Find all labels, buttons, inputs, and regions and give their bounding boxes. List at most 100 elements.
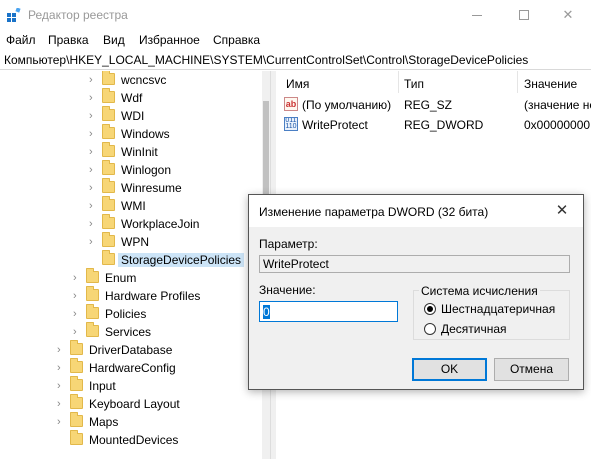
- tree-item-driverdatabase[interactable]: › DriverDatabase: [0, 340, 269, 359]
- tree-item-wininit[interactable]: › WinInit: [0, 142, 269, 161]
- chevron-right-icon[interactable]: ›: [89, 218, 93, 230]
- tree-item-label: Input: [89, 379, 116, 393]
- column-header-type[interactable]: Тип: [404, 77, 424, 91]
- chevron-right-icon[interactable]: ›: [57, 416, 61, 428]
- radio-hex[interactable]: [424, 303, 436, 315]
- chevron-right-icon[interactable]: ›: [89, 74, 93, 86]
- chevron-right-icon[interactable]: ›: [89, 236, 93, 248]
- chevron-right-icon[interactable]: ›: [73, 272, 77, 284]
- menu-bar: Файл Правка Вид Избранное Справка: [0, 30, 591, 50]
- maximize-button[interactable]: [501, 0, 547, 30]
- ok-button[interactable]: OK: [412, 358, 487, 381]
- value-input[interactable]: 0: [259, 301, 398, 322]
- tree-item-storagedevicepolicies[interactable]: StorageDevicePolicies: [0, 250, 269, 269]
- folder-icon: [70, 358, 83, 373]
- tree-item-label: Services: [105, 325, 152, 339]
- param-label: Параметр:: [259, 237, 318, 251]
- chevron-right-icon[interactable]: ›: [57, 380, 61, 392]
- radio-hex-label[interactable]: Шестнадцатеричная: [441, 302, 555, 316]
- folder-icon: [70, 430, 83, 445]
- chevron-right-icon[interactable]: ›: [57, 344, 61, 356]
- chevron-right-icon[interactable]: ›: [89, 200, 93, 212]
- registry-editor-icon: [7, 8, 21, 22]
- list-row-writeprotect[interactable]: 011 110 WriteProtect REG_DWORD 0x0000000…: [277, 116, 591, 134]
- chevron-right-icon[interactable]: ›: [73, 290, 77, 302]
- chevron-right-icon[interactable]: ›: [89, 92, 93, 104]
- folder-icon: [86, 268, 99, 283]
- tree-item-services[interactable]: › Services: [0, 322, 269, 341]
- minimize-button[interactable]: [455, 0, 501, 30]
- close-button[interactable]: ✕: [545, 0, 591, 30]
- tree-item-winresume[interactable]: › Winresume: [0, 178, 269, 197]
- chevron-right-icon[interactable]: ›: [89, 164, 93, 176]
- tree-item-wcncsvc[interactable]: › wcncsvc: [0, 71, 269, 89]
- close-icon: ✕: [555, 202, 569, 219]
- folder-icon: [70, 376, 83, 391]
- tree-item-label: WorkplaceJoin: [121, 217, 200, 231]
- tree-scrollbar-thumb[interactable]: [263, 101, 269, 201]
- chevron-right-icon[interactable]: ›: [89, 128, 93, 140]
- tree-item-enum[interactable]: › Enum: [0, 268, 269, 287]
- tree-item-windows[interactable]: › Windows: [0, 124, 269, 143]
- folder-icon: [70, 412, 83, 427]
- chevron-right-icon[interactable]: ›: [73, 308, 77, 320]
- folder-icon: [86, 304, 99, 319]
- value-data: 0x00000000 (: [524, 118, 591, 132]
- folder-icon: [102, 232, 115, 247]
- value-label: Значение:: [259, 283, 316, 297]
- tree-item-wpn[interactable]: › WPN: [0, 232, 269, 251]
- column-header-value[interactable]: Значение: [524, 77, 577, 91]
- menu-file[interactable]: Файл: [6, 33, 36, 47]
- tree-item-policies[interactable]: › Policies: [0, 304, 269, 323]
- tree-item-mounteddevices[interactable]: MountedDevices: [0, 430, 269, 449]
- dialog-title: Изменение параметра DWORD (32 бита): [259, 205, 489, 219]
- tree-item-input[interactable]: › Input: [0, 376, 269, 395]
- tree-item-wmi[interactable]: › WMI: [0, 196, 269, 215]
- edit-dword-dialog: Изменение параметра DWORD (32 бита) ✕ Па…: [248, 194, 584, 390]
- tree-item-label: Maps: [89, 415, 119, 429]
- tree-item-label: MountedDevices: [89, 433, 179, 447]
- menu-help[interactable]: Справка: [213, 33, 260, 47]
- menu-edit[interactable]: Правка: [48, 33, 89, 47]
- menu-view[interactable]: Вид: [103, 33, 125, 47]
- param-name-field: WriteProtect: [259, 255, 570, 273]
- tree-item-keyboard-layout[interactable]: › Keyboard Layout: [0, 394, 269, 413]
- menu-favorites[interactable]: Избранное: [139, 33, 200, 47]
- column-divider[interactable]: [517, 71, 518, 93]
- chevron-right-icon[interactable]: ›: [89, 146, 93, 158]
- string-value-icon: ab: [284, 97, 298, 111]
- folder-icon: [102, 142, 115, 157]
- cancel-button[interactable]: Отмена: [494, 358, 569, 381]
- chevron-right-icon[interactable]: ›: [89, 182, 93, 194]
- tree-item-hardwareconfig[interactable]: › HardwareConfig: [0, 358, 269, 377]
- tree-item-hardware-profiles[interactable]: › Hardware Profiles: [0, 286, 269, 305]
- tree-item-maps[interactable]: › Maps: [0, 412, 269, 431]
- folder-icon: [102, 71, 115, 85]
- chevron-right-icon[interactable]: ›: [89, 110, 93, 122]
- list-row-default[interactable]: ab (По умолчанию) REG_SZ (значение не: [277, 96, 591, 114]
- address-bar[interactable]: Компьютер\HKEY_LOCAL_MACHINE\SYSTEM\Curr…: [0, 50, 591, 70]
- dialog-close-button[interactable]: ✕: [547, 198, 577, 224]
- value-data: (значение не: [524, 98, 591, 112]
- chevron-right-icon[interactable]: ›: [57, 398, 61, 410]
- column-header-name[interactable]: Имя: [286, 77, 309, 91]
- tree-item-workplacejoin[interactable]: › WorkplaceJoin: [0, 214, 269, 233]
- registry-editor-window: Редактор реестра ✕ Файл Правка Вид Избра…: [0, 0, 591, 459]
- dialog-title-bar: Изменение параметра DWORD (32 бита) ✕: [249, 195, 583, 227]
- chevron-right-icon[interactable]: ›: [57, 362, 61, 374]
- tree-item-winlogon[interactable]: › Winlogon: [0, 160, 269, 179]
- tree-item-wdf[interactable]: › Wdf: [0, 88, 269, 107]
- column-divider[interactable]: [398, 71, 399, 93]
- radio-dec-label[interactable]: Десятичная: [441, 322, 507, 336]
- tree-item-label: DriverDatabase: [89, 343, 173, 357]
- folder-icon: [102, 124, 115, 139]
- address-path: Компьютер\HKEY_LOCAL_MACHINE\SYSTEM\Curr…: [4, 53, 529, 67]
- tree-item-wdi[interactable]: › WDI: [0, 106, 269, 125]
- close-icon: ✕: [562, 7, 574, 22]
- value-input-text: 0: [263, 305, 270, 319]
- folder-icon: [102, 196, 115, 211]
- radio-dec[interactable]: [424, 323, 436, 335]
- tree-item-label: HardwareConfig: [89, 361, 176, 375]
- folder-icon: [102, 106, 115, 121]
- chevron-right-icon[interactable]: ›: [73, 326, 77, 338]
